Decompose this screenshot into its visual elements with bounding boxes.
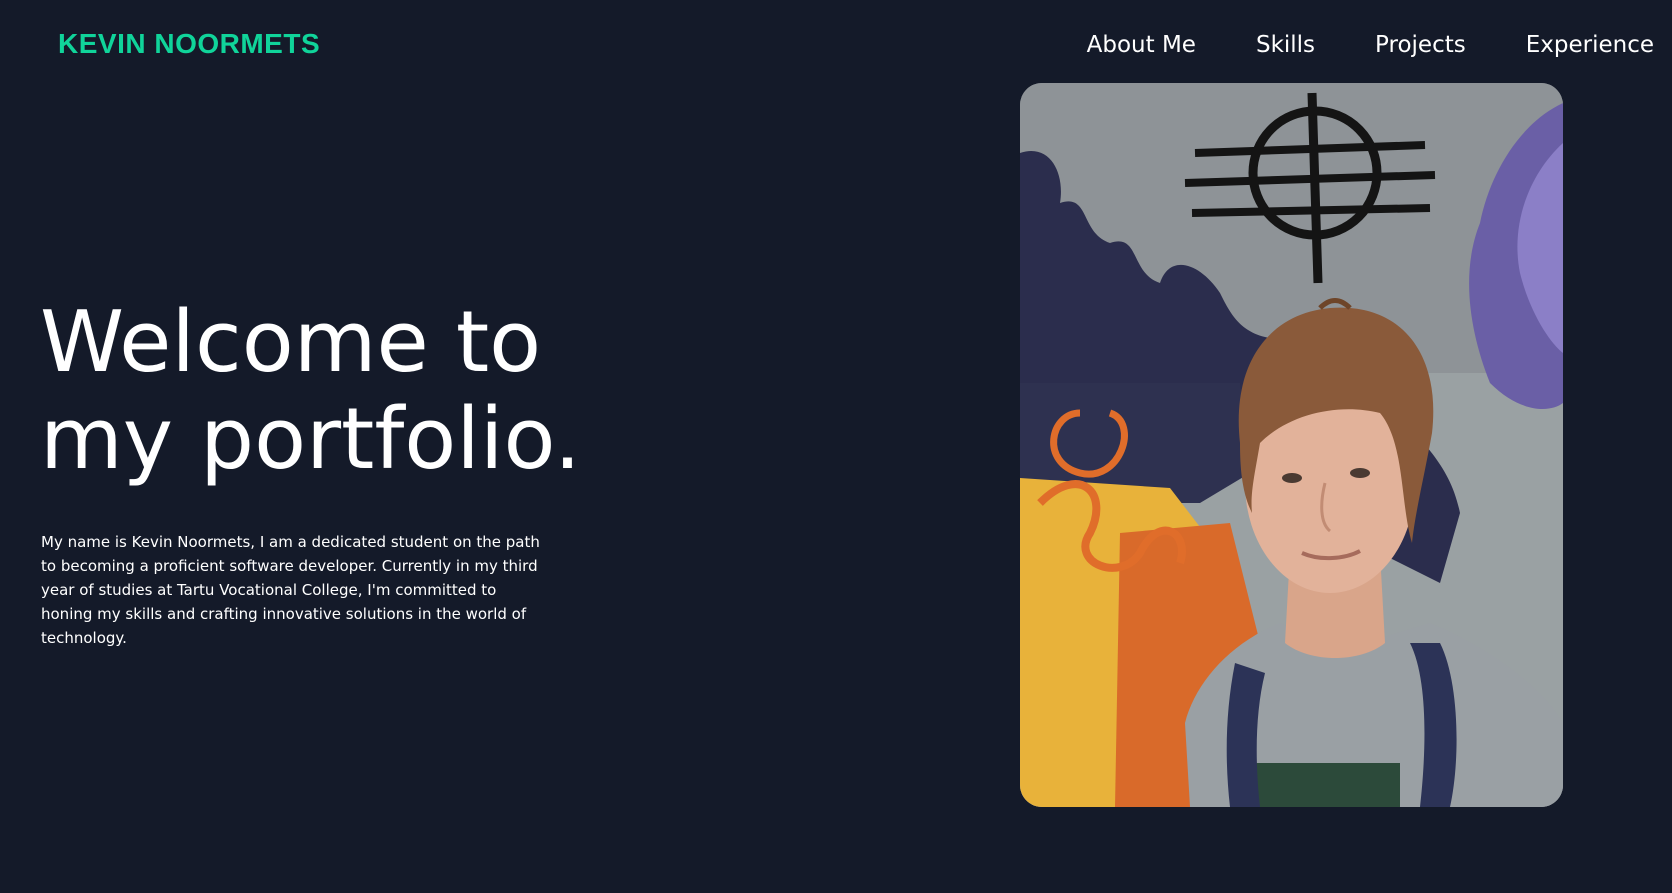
hero-title: Welcome to my portfolio. [40, 294, 660, 488]
main-nav: About Me Skills Projects Experience [1087, 32, 1654, 58]
page: KEVIN NOORMETS About Me Skills Projects … [0, 0, 1672, 893]
intro-paragraph: My name is Kevin Noormets, I am a dedica… [41, 533, 540, 647]
nav-link-experience[interactable]: Experience [1526, 32, 1654, 58]
nav-link-skills[interactable]: Skills [1256, 32, 1315, 58]
site-logo[interactable]: KEVIN NOORMETS [58, 28, 320, 60]
nav-link-about-me[interactable]: About Me [1087, 32, 1196, 58]
nav-link-projects[interactable]: Projects [1375, 32, 1466, 58]
profile-photo [1020, 83, 1563, 807]
hero-title-line-2: my portfolio. [40, 390, 582, 489]
hero-title-line-1: Welcome to [40, 293, 542, 392]
